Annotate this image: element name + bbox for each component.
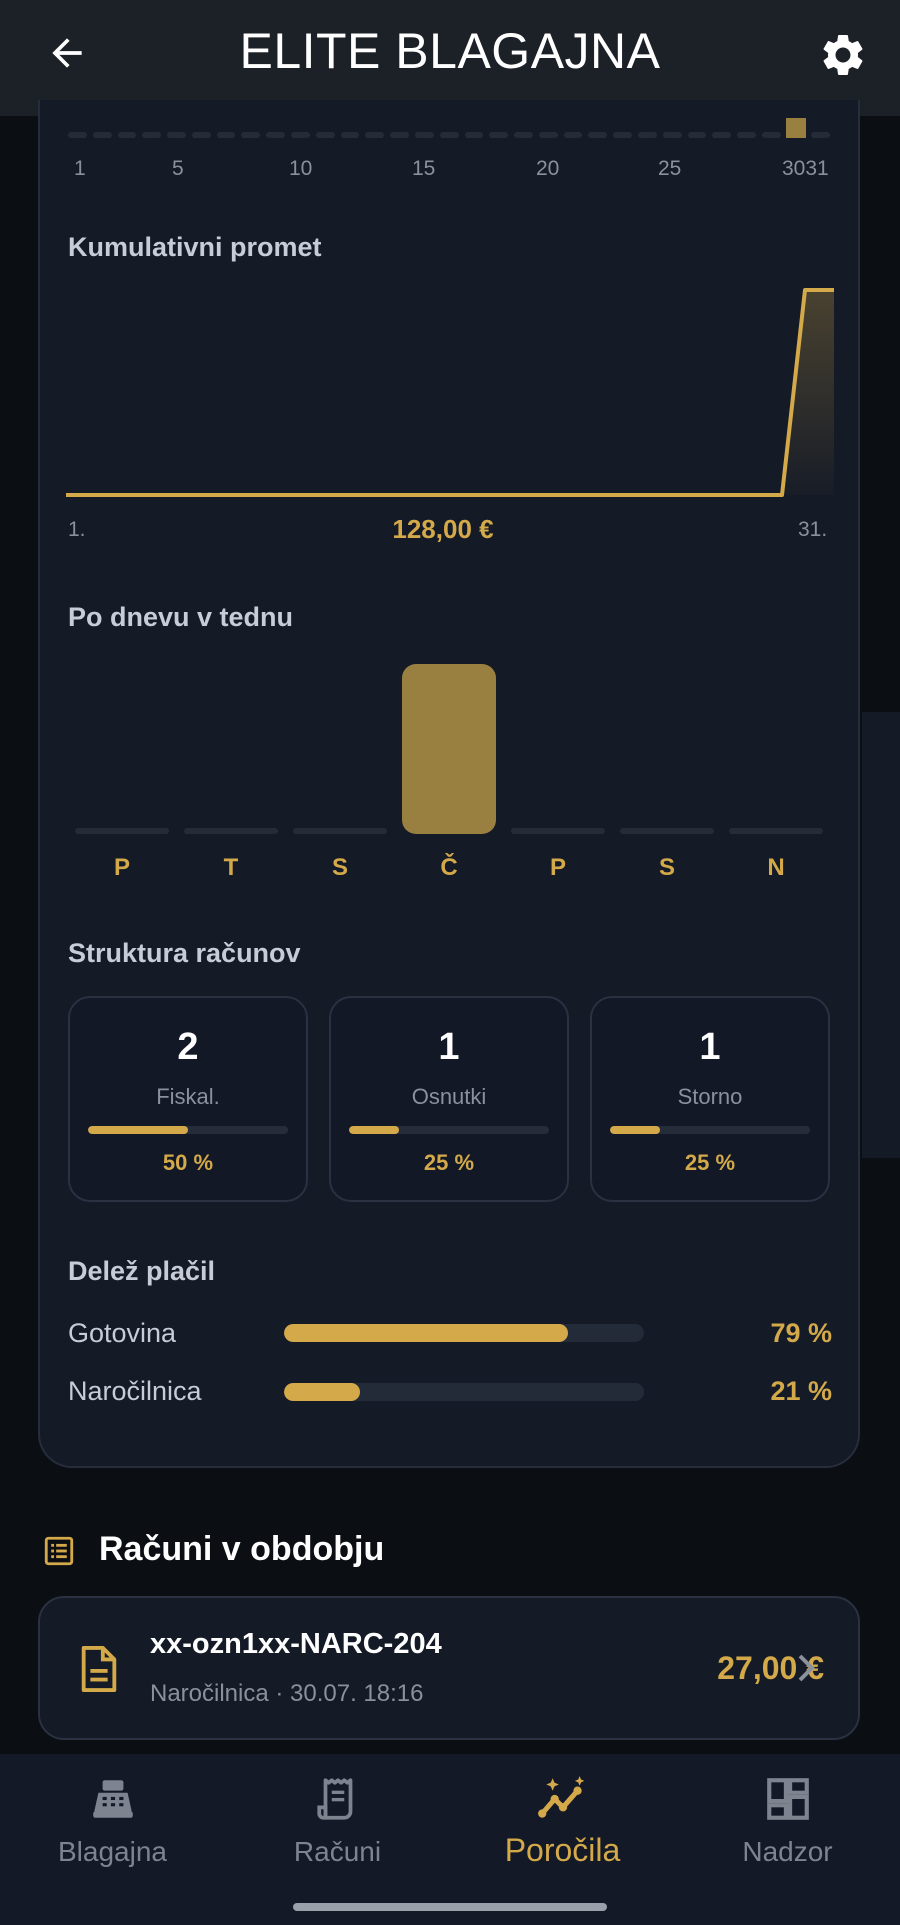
nav-label: Računi [293,1836,382,1867]
invoice-amount: 27,00 € [717,1650,824,1686]
receipt-icon [225,1774,450,1824]
cumulative-end-label: 31. [798,518,828,541]
chevron-right-icon [796,1654,816,1687]
weekday-title: Po dnevu v tednu [68,602,294,632]
structure-count: 2 [177,1026,199,1068]
structure-label: Osnutki [411,1084,487,1109]
cumulative-area [782,290,834,495]
structure-label: Fiskal. [156,1084,220,1109]
cumulative-line [66,288,834,497]
invoice-meta: Naročilnica · 30.07. 18:16 [150,1680,424,1707]
structure-card-drafts: 1 Osnutki 25 % [329,996,569,1202]
nav-label: Blagajna [58,1836,167,1867]
weekday-bar-track [293,828,387,834]
structure-progress-track [349,1126,549,1134]
daily-axis-tick: 5 [172,157,184,180]
weekday-bar-thursday [402,664,496,834]
cumulative-start-label: 1. [68,518,86,541]
payment-share-track [284,1383,644,1401]
analytics-icon [450,1774,675,1824]
payment-label: Naročilnica [68,1376,202,1406]
weekday-label: S [658,854,675,881]
payment-share-fill [284,1383,360,1401]
top-app-bar [0,0,900,116]
structure-percent: 25 % [684,1150,736,1175]
structure-progress-track [88,1126,288,1134]
invoices-section-title: Računi v obdobju [99,1530,385,1568]
home-indicator[interactable] [293,1903,607,1911]
weekday-bar-track [184,828,278,834]
weekday-label: P [113,854,130,881]
nav-item-racuni[interactable]: Računi [225,1754,450,1894]
daily-axis-tick: 3031 [782,157,829,180]
daily-axis-tick: 10 [289,157,313,180]
payment-share-fill [284,1324,569,1342]
invoice-number: xx-ozn1xx-NARC-204 [150,1628,442,1660]
cash-register-icon [0,1774,225,1824]
structure-count: 1 [699,1026,721,1068]
cumulative-chart [66,288,834,497]
weekday-label: S [331,854,348,881]
invoice-list-item[interactable]: xx-ozn1xx-NARC-204 Naročilnica · 30.07. … [38,1596,860,1740]
payment-label: Gotovina [68,1318,177,1348]
payment-percent: 79 % [770,1318,832,1348]
weekday-bar-track [511,828,605,834]
gear-icon [823,34,863,75]
structure-label: Storno [677,1084,743,1109]
weekday-label: Č [440,854,458,881]
daily-axis-tick: 25 [658,157,682,180]
structure-progress-fill [88,1126,188,1134]
daily-axis-tick: 15 [412,157,436,180]
cumulative-total: 128,00 € [392,514,494,544]
structure-title: Struktura računov [68,938,301,968]
weekday-label: T [223,854,239,881]
weekday-bar-track [620,828,714,834]
daily-bar-day-30 [786,118,806,138]
structure-count: 1 [438,1026,460,1068]
daily-axis-tick: 1 [74,157,86,180]
payments-title: Delež plačil [68,1256,216,1286]
nav-item-nadzor[interactable]: Nadzor [675,1754,900,1894]
daily-axis-tick: 20 [536,157,560,180]
structure-progress-track [610,1126,810,1134]
back-button[interactable] [36,22,98,84]
payment-percent: 21 % [770,1376,832,1406]
payment-share-track [284,1324,644,1342]
daily-bars-baseline [68,132,831,138]
weekday-bar-track [729,828,823,834]
arrow-left-icon [52,38,82,68]
structure-card-storno: 1 Storno 25 % [590,996,830,1202]
nav-label: Poročila [504,1832,621,1868]
document-icon [76,1644,122,1699]
weekday-label: P [549,854,566,881]
nav-item-porocila[interactable]: Poročila [450,1754,675,1894]
structure-progress-fill [610,1126,660,1134]
structure-percent: 50 % [162,1150,214,1175]
nav-item-blagajna[interactable]: Blagajna [0,1754,225,1894]
structure-percent: 25 % [423,1150,475,1175]
structure-progress-fill [349,1126,399,1134]
weekday-label: N [767,854,785,881]
dashboard-icon [675,1774,900,1824]
structure-card-fiscal: 2 Fiskal. 50 % [68,996,308,1202]
cumulative-title: Kumulativni promet [68,232,322,262]
list-icon [42,1534,76,1573]
side-panel-edge [862,712,900,1158]
settings-button[interactable] [810,22,876,88]
weekday-bar-track [75,828,169,834]
nav-label: Nadzor [742,1836,833,1867]
